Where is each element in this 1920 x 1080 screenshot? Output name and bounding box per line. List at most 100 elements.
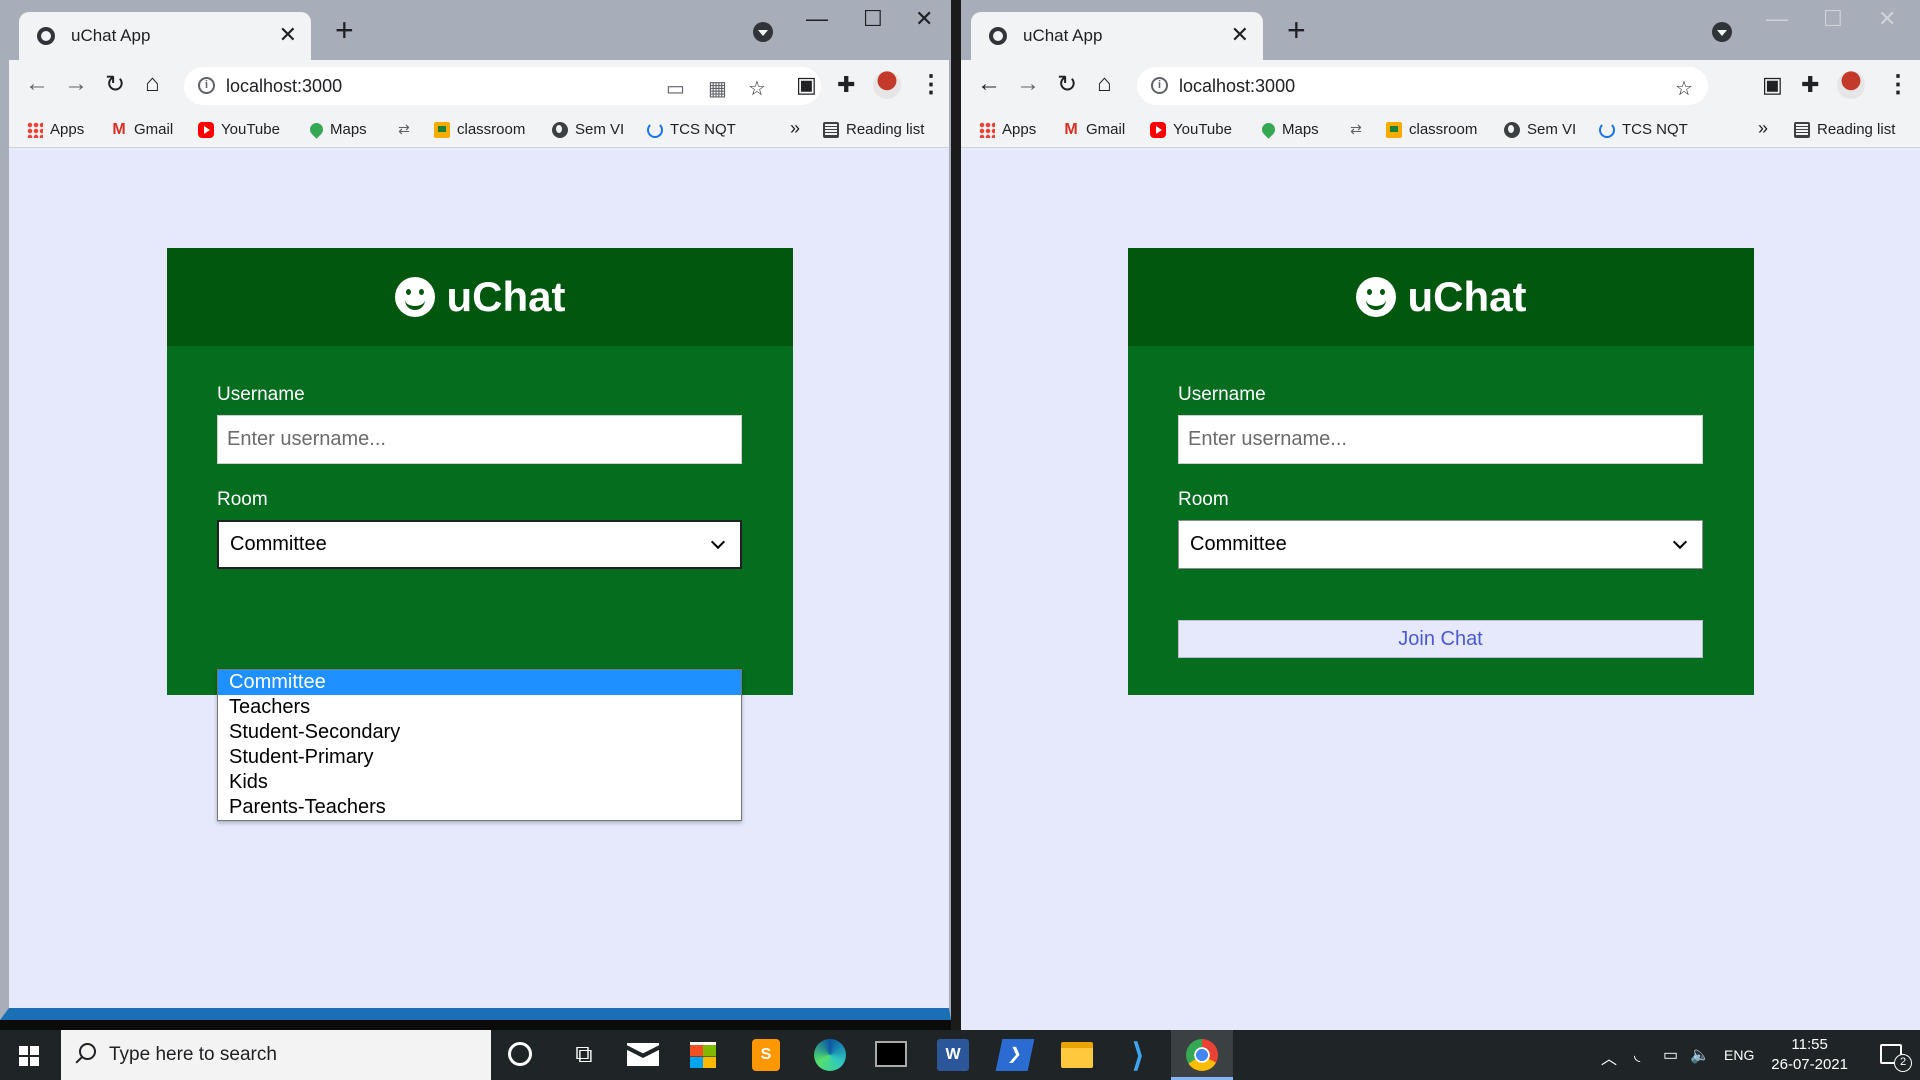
chrome-icon[interactable]: [1186, 1039, 1218, 1071]
edge-icon[interactable]: [814, 1039, 846, 1071]
minimize-button[interactable]: —: [1766, 6, 1788, 32]
join-chat-button[interactable]: Join Chat: [1178, 620, 1703, 658]
wifi-icon[interactable]: ◟: [1634, 1045, 1640, 1065]
bookmark-sem-vi[interactable]: Sem VI: [552, 121, 624, 138]
bookmark-tcs-nqt[interactable]: TCS NQT: [1599, 121, 1688, 138]
qr-code-icon[interactable]: ▦: [708, 76, 727, 101]
chevron-down-icon: [710, 534, 726, 550]
apps-grid-icon: [27, 121, 43, 138]
address-bar[interactable]: i localhost:3000 ☆: [1137, 67, 1708, 105]
site-info-icon[interactable]: i: [198, 77, 215, 94]
taskbar-search-box[interactable]: Type here to search: [61, 1030, 491, 1080]
room-select[interactable]: Committee: [1178, 520, 1703, 569]
vscode-icon[interactable]: ⟩: [1122, 1039, 1154, 1071]
profile-avatar[interactable]: [873, 71, 901, 99]
extension-screenshot-icon[interactable]: ▣: [796, 72, 817, 98]
join-form: Username Room Committee: [217, 384, 742, 569]
cortana-icon[interactable]: [508, 1042, 532, 1066]
minimize-button[interactable]: —: [806, 6, 828, 32]
close-window-button[interactable]: ✕: [1878, 6, 1896, 32]
tab-close-icon[interactable]: ✕: [1231, 22, 1249, 48]
back-icon[interactable]: ←: [977, 70, 1001, 98]
system-clock[interactable]: 11:55 26-07-2021: [1771, 1035, 1848, 1075]
powershell-icon[interactable]: ❯: [995, 1039, 1035, 1071]
reading-list-button[interactable]: Reading list: [823, 121, 924, 138]
reading-list-icon: [823, 121, 839, 138]
extensions-puzzle-icon[interactable]: ✚: [1801, 72, 1819, 98]
notification-count-badge: 2: [1894, 1054, 1912, 1072]
room-option-student-primary[interactable]: Student-Primary: [218, 745, 741, 770]
bookmark-classroom[interactable]: classroom: [1386, 121, 1477, 138]
power-icon: [1599, 121, 1615, 138]
bookmark-maps[interactable]: Maps: [307, 120, 367, 139]
cast-icon[interactable]: ▭: [666, 76, 685, 101]
bookmarks-overflow-icon[interactable]: »: [790, 118, 800, 139]
task-view-icon[interactable]: ⧉: [568, 1039, 600, 1071]
username-input[interactable]: [1178, 415, 1703, 464]
room-option-teachers[interactable]: Teachers: [218, 695, 741, 720]
chrome-menu-icon[interactable]: ⋮: [1886, 70, 1910, 99]
extension-screenshot-icon[interactable]: ▣: [1762, 72, 1783, 98]
forward-icon[interactable]: →: [1016, 70, 1040, 98]
windows-start-icon[interactable]: [19, 1046, 39, 1066]
bookmark-youtube[interactable]: YouTube: [198, 121, 280, 138]
bookmark-star-icon[interactable]: ☆: [1675, 76, 1693, 101]
maps-pin-icon: [307, 120, 326, 139]
home-icon[interactable]: ⌂: [1097, 70, 1112, 98]
browser-window-left: uChat App ✕ + — ☐ ✕ ← → ↻ ⌂ i localhost:…: [0, 0, 951, 1020]
home-icon[interactable]: ⌂: [145, 70, 160, 98]
tab-search-icon[interactable]: [753, 22, 773, 42]
site-info-icon[interactable]: i: [1151, 77, 1168, 94]
room-option-committee[interactable]: Committee: [218, 670, 741, 695]
battery-icon[interactable]: ▭: [1663, 1045, 1678, 1065]
room-option-parents-teachers[interactable]: Parents-Teachers: [218, 795, 741, 820]
room-option-kids[interactable]: Kids: [218, 770, 741, 795]
profile-avatar[interactable]: [1837, 71, 1865, 99]
close-window-button[interactable]: ✕: [915, 6, 933, 32]
sublime-icon[interactable]: S: [752, 1039, 780, 1071]
room-select[interactable]: Committee: [217, 520, 742, 569]
word-icon[interactable]: W: [937, 1039, 969, 1071]
browser-tab[interactable]: uChat App ✕: [19, 12, 311, 60]
new-tab-button[interactable]: +: [335, 14, 354, 46]
bookmark-classroom[interactable]: classroom: [434, 121, 525, 138]
chrome-menu-icon[interactable]: ⋮: [919, 70, 943, 99]
bookmark-apps[interactable]: Apps: [979, 121, 1036, 138]
reload-icon[interactable]: ↻: [1057, 70, 1077, 99]
bookmark-sem-vi[interactable]: Sem VI: [1504, 121, 1576, 138]
maximize-button[interactable]: ☐: [1823, 6, 1843, 32]
join-card: uChat Username Room Committee Join Chat: [1128, 248, 1754, 695]
bookmark-youtube[interactable]: YouTube: [1150, 121, 1232, 138]
maximize-button[interactable]: ☐: [863, 6, 883, 32]
tab-search-icon[interactable]: [1712, 22, 1732, 42]
volume-icon[interactable]: 🔈: [1690, 1045, 1710, 1065]
reading-list-button[interactable]: Reading list: [1794, 121, 1895, 138]
reload-icon[interactable]: ↻: [105, 70, 125, 99]
terminal-icon[interactable]: [875, 1041, 907, 1067]
address-bar[interactable]: i localhost:3000 ▭ ▦ ☆: [184, 67, 821, 105]
file-explorer-icon[interactable]: [1061, 1042, 1093, 1068]
bookmark-star-icon[interactable]: ☆: [748, 76, 766, 101]
room-option-student-secondary[interactable]: Student-Secondary: [218, 720, 741, 745]
browser-tab[interactable]: uChat App ✕: [971, 12, 1263, 60]
bookmarks-overflow-icon[interactable]: »: [1758, 118, 1768, 139]
gmail-icon: M: [112, 120, 126, 138]
bookmark-gmail[interactable]: M Gmail: [111, 121, 173, 138]
back-icon[interactable]: ←: [25, 70, 49, 98]
bookmark-gmail[interactable]: M Gmail: [1063, 121, 1125, 138]
show-hidden-icons-chevron-icon[interactable]: ︿: [1601, 1045, 1617, 1069]
username-input[interactable]: [217, 415, 742, 464]
bookmark-tcs-nqt[interactable]: TCS NQT: [647, 121, 736, 138]
bookmark-maps[interactable]: Maps: [1259, 120, 1319, 139]
extensions-puzzle-icon[interactable]: ✚: [837, 72, 855, 98]
language-indicator[interactable]: ENG: [1724, 1047, 1754, 1063]
bookmark-apps[interactable]: Apps: [27, 121, 84, 138]
tab-close-icon[interactable]: ✕: [279, 22, 297, 48]
bookmark-link[interactable]: ⇄: [1348, 121, 1364, 137]
new-tab-button[interactable]: +: [1287, 14, 1306, 46]
forward-icon[interactable]: →: [64, 70, 88, 98]
username-label: Username: [217, 384, 305, 405]
mail-icon[interactable]: [627, 1043, 659, 1066]
store-icon[interactable]: [690, 1042, 716, 1068]
bookmark-link[interactable]: ⇄: [396, 121, 412, 137]
